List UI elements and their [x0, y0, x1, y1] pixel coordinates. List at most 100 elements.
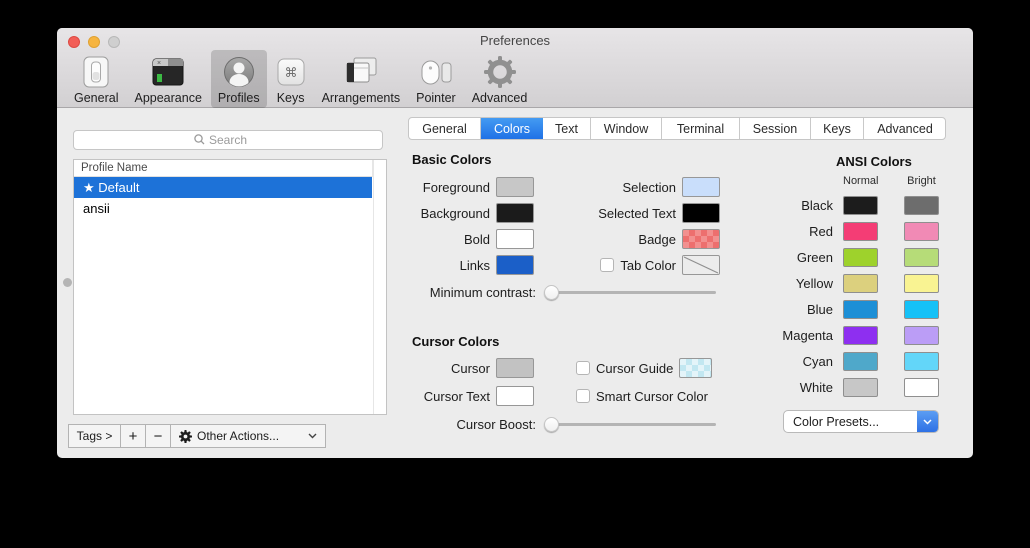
selection-row: Selection: [557, 177, 720, 197]
ansi-row-black: Black: [747, 195, 939, 215]
switch-icon: [81, 54, 111, 90]
ansi-black-bright-well[interactable]: [904, 196, 939, 215]
badge-color-well[interactable]: [682, 229, 720, 249]
profile-footer-buttons: Tags > + − Other Actions...: [68, 424, 326, 448]
tab-keys[interactable]: Keys: [811, 118, 864, 139]
toolbar-item-keys[interactable]: ⌘ Keys: [269, 50, 313, 108]
foreground-color-well[interactable]: [496, 177, 534, 197]
bright-column-header: Bright: [904, 175, 939, 187]
chevron-down-icon: [308, 433, 317, 439]
windows-icon: [343, 54, 379, 90]
svg-text:×: ×: [157, 60, 161, 67]
pane-splitter-dot[interactable]: [63, 278, 72, 287]
selection-color-well[interactable]: [682, 177, 720, 197]
badge-row: Badge: [557, 229, 720, 249]
person-icon: [222, 54, 256, 90]
tab-terminal[interactable]: Terminal: [662, 118, 740, 139]
tab-general[interactable]: General: [409, 118, 481, 139]
tags-button[interactable]: Tags >: [68, 424, 121, 448]
ansi-row-cyan: Cyan: [747, 351, 939, 371]
toolbar-item-profiles[interactable]: Profiles: [211, 50, 267, 108]
chevron-down-icon: [923, 419, 932, 425]
toolbar-item-advanced[interactable]: Advanced: [465, 50, 535, 108]
ansi-magenta-bright-well[interactable]: [904, 326, 939, 345]
ansi-white-normal-well[interactable]: [843, 378, 878, 397]
toolbar-label: Profiles: [218, 91, 260, 105]
cursor-text-row: Cursor Text: [397, 386, 534, 406]
mouse-icon: [419, 54, 453, 90]
ansi-cyan-bright-well[interactable]: [904, 352, 939, 371]
profile-row-ansii[interactable]: ansii: [74, 198, 372, 219]
ansi-label: Green: [747, 250, 833, 265]
links-color-well[interactable]: [496, 255, 534, 275]
cursor-color-well[interactable]: [496, 358, 534, 378]
tab-colors[interactable]: Colors: [481, 118, 543, 139]
ansi-row-yellow: Yellow: [747, 273, 939, 293]
ansi-magenta-normal-well[interactable]: [843, 326, 878, 345]
ansi-yellow-normal-well[interactable]: [843, 274, 878, 293]
minimum-contrast-label: Minimum contrast:: [397, 285, 536, 300]
remove-profile-button[interactable]: −: [146, 424, 171, 448]
smart-cursor-checkbox[interactable]: [576, 389, 590, 403]
tab-advanced[interactable]: Advanced: [864, 118, 946, 139]
background-label: Background: [397, 206, 490, 221]
dropdown-cap: [917, 411, 938, 432]
cursor-label: Cursor: [397, 361, 490, 376]
slider-knob[interactable]: [544, 285, 559, 300]
minimum-contrast-row: Minimum contrast:: [397, 282, 536, 302]
toolbar-item-arrangements[interactable]: Arrangements: [315, 50, 408, 108]
color-presets-dropdown[interactable]: Color Presets...: [783, 410, 939, 433]
toolbar-item-general[interactable]: General: [67, 50, 125, 108]
background-color-well[interactable]: [496, 203, 534, 223]
tab-text[interactable]: Text: [543, 118, 591, 139]
tab-session[interactable]: Session: [740, 118, 811, 139]
ansi-red-bright-well[interactable]: [904, 222, 939, 241]
bold-color-well[interactable]: [496, 229, 534, 249]
selection-label: Selection: [557, 180, 676, 195]
toolbar-label: Advanced: [472, 91, 528, 105]
tab-color-well[interactable]: [682, 255, 720, 275]
ansi-row-white: White: [747, 377, 939, 397]
ansi-blue-bright-well[interactable]: [904, 300, 939, 319]
cursor-guide-checkbox[interactable]: [576, 361, 590, 375]
selected-text-color-well[interactable]: [682, 203, 720, 223]
ansi-blue-normal-well[interactable]: [843, 300, 878, 319]
ansi-black-normal-well[interactable]: [843, 196, 878, 215]
ansi-cyan-normal-well[interactable]: [843, 352, 878, 371]
basic-colors-title: Basic Colors: [412, 152, 491, 167]
search-input[interactable]: [73, 130, 383, 150]
slider-knob[interactable]: [544, 417, 559, 432]
selected-text-label: Selected Text: [557, 206, 676, 221]
slider-track[interactable]: [545, 291, 716, 294]
ansi-label: Black: [747, 198, 833, 213]
tab-color-checkbox[interactable]: [600, 258, 614, 272]
color-presets-label: Color Presets...: [784, 415, 917, 429]
cursor-guide-color-well[interactable]: [679, 358, 712, 378]
tab-color-well-wrap: [676, 255, 720, 275]
ansi-red-normal-well[interactable]: [843, 222, 878, 241]
profile-list-header[interactable]: Profile Name: [74, 160, 386, 177]
slider-track[interactable]: [545, 423, 716, 426]
ansi-white-bright-well[interactable]: [904, 378, 939, 397]
profile-list-header-label: Profile Name: [81, 162, 147, 174]
tab-window[interactable]: Window: [591, 118, 662, 139]
profile-list-scrollbar[interactable]: [373, 160, 386, 414]
ansi-label: Magenta: [747, 328, 833, 343]
other-actions-button[interactable]: Other Actions...: [171, 424, 326, 448]
toolbar-item-appearance[interactable]: × Appearance: [127, 50, 208, 108]
cursor-boost-slider[interactable]: [545, 417, 716, 432]
titlebar: Preferences: [57, 28, 973, 50]
ansi-green-bright-well[interactable]: [904, 248, 939, 267]
profile-row-default[interactable]: ★ Default: [74, 177, 372, 198]
cursor-text-color-well[interactable]: [496, 386, 534, 406]
toolbar-label: Appearance: [134, 91, 201, 105]
minimum-contrast-slider[interactable]: [545, 285, 716, 300]
add-profile-button[interactable]: +: [121, 424, 146, 448]
ansi-yellow-bright-well[interactable]: [904, 274, 939, 293]
ansi-label: Blue: [747, 302, 833, 317]
toolbar-item-pointer[interactable]: Pointer: [409, 50, 463, 108]
ansi-label: Cyan: [747, 354, 833, 369]
smart-cursor-row: Smart Cursor Color: [576, 386, 708, 406]
tab-color-label: Tab Color: [620, 258, 676, 273]
ansi-green-normal-well[interactable]: [843, 248, 878, 267]
